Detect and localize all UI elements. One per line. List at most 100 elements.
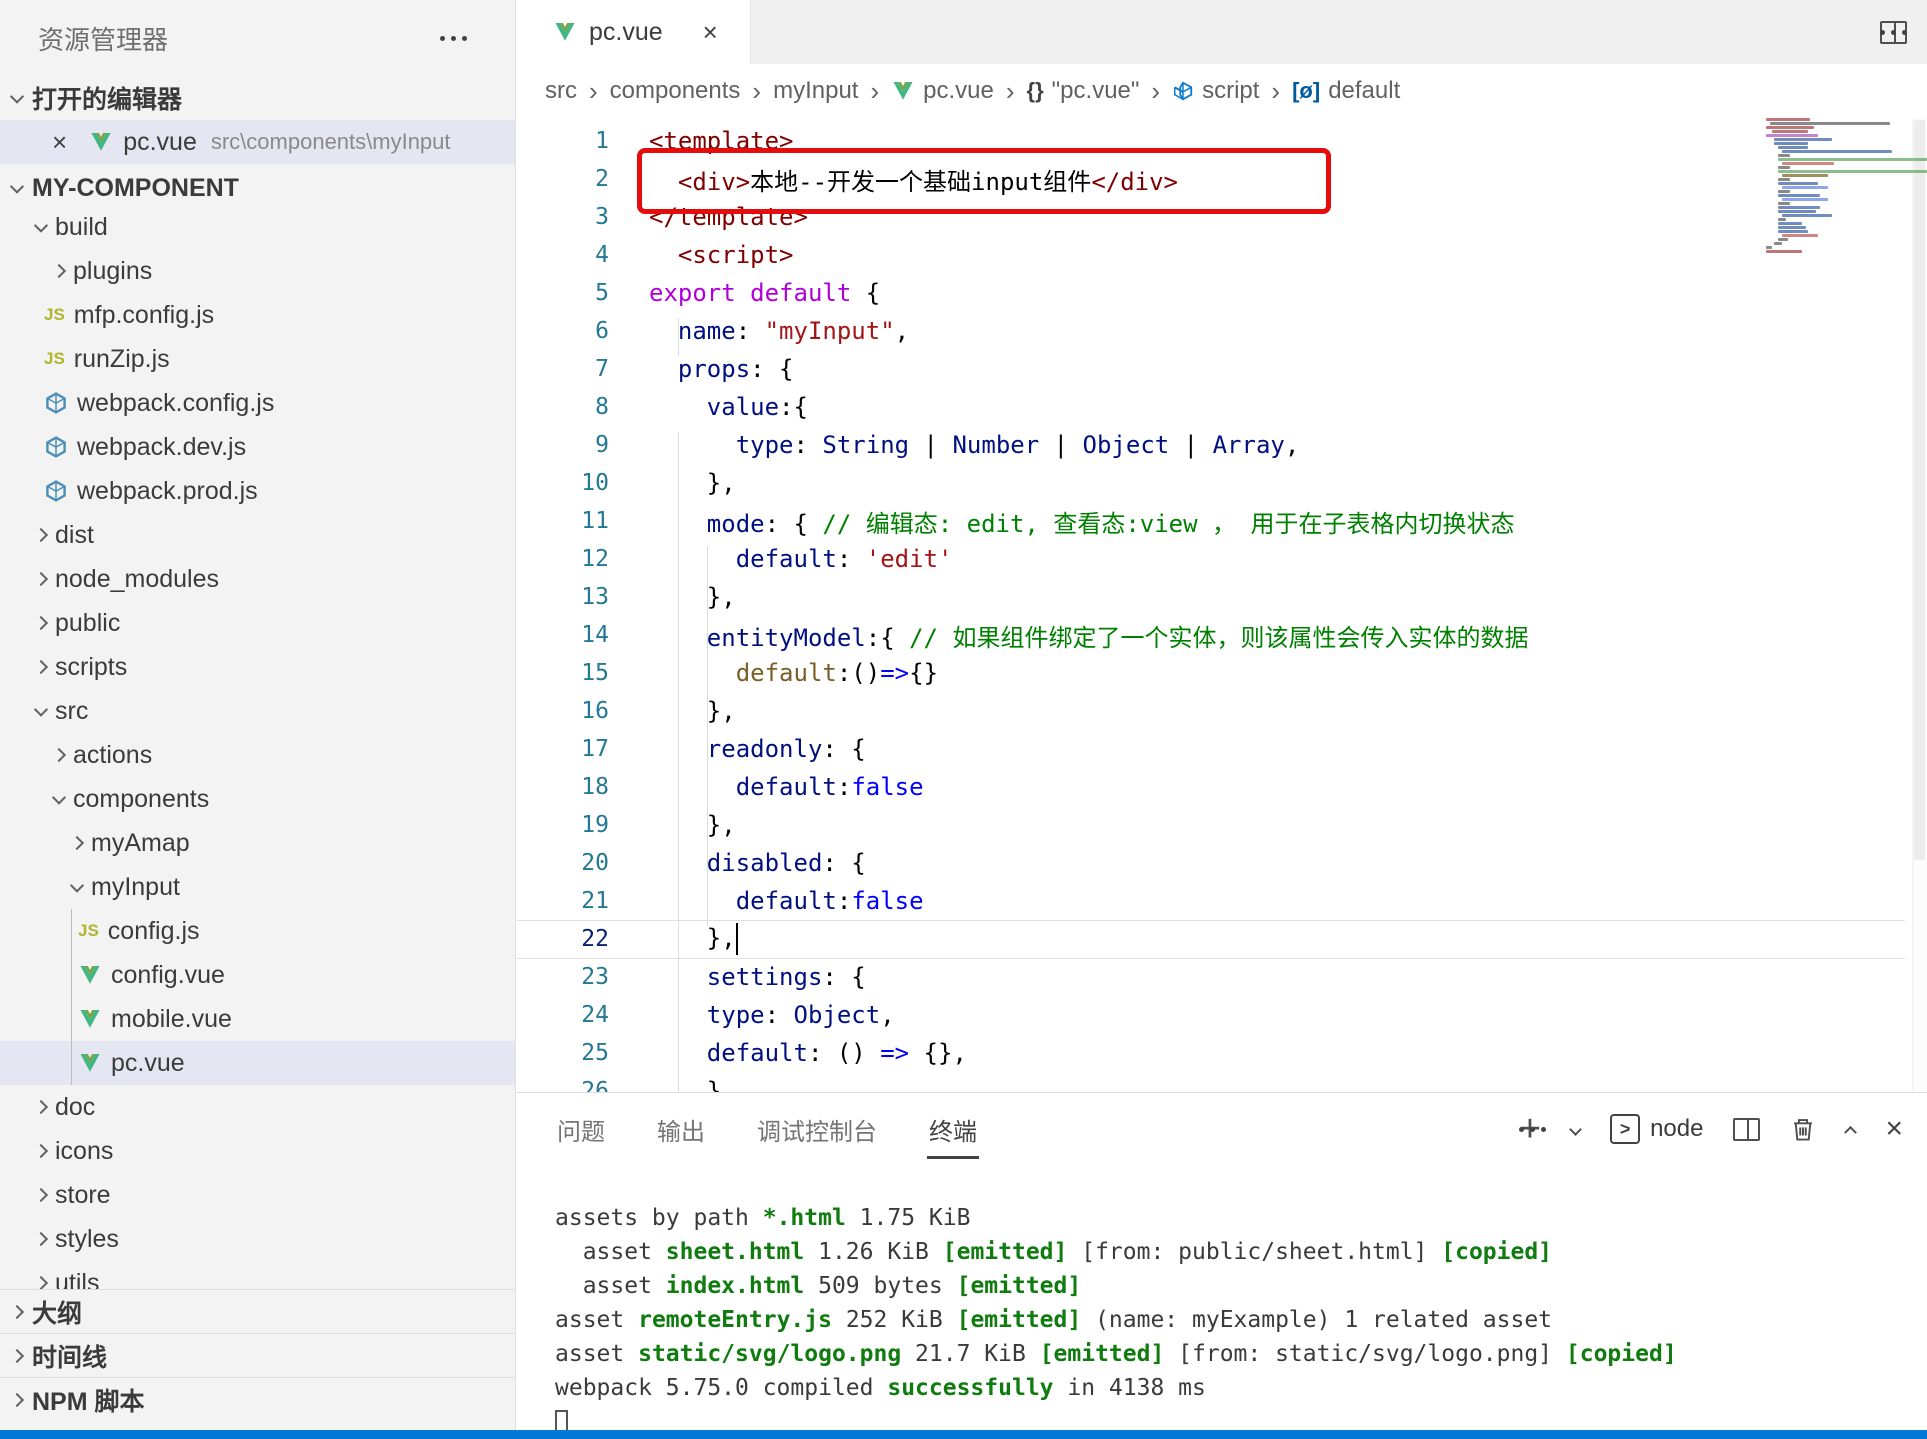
code-line-7: 7 props: {: [517, 350, 1927, 388]
code-line-19: 19 },: [517, 806, 1927, 844]
tree-item-label: myAmap: [91, 829, 190, 858]
annotation-box: [637, 148, 1331, 214]
close-panel-icon[interactable]: ×: [1885, 1114, 1903, 1144]
terminal-shell-icon: >: [1610, 1114, 1640, 1144]
open-editor-path: src\components\myInput: [211, 129, 451, 155]
tree-item-label: build: [55, 213, 108, 242]
tree-item-myamap[interactable]: myAmap: [0, 821, 515, 865]
open-editors-header[interactable]: 打开的编辑器: [0, 76, 515, 120]
chevron-right-icon: [34, 1232, 48, 1246]
kill-terminal-icon[interactable]: [1790, 1115, 1816, 1143]
line-number: 7: [517, 356, 609, 382]
breadcrumb-item-default[interactable]: [ø]default: [1292, 77, 1400, 105]
timeline-section[interactable]: 时间线: [0, 1333, 515, 1377]
tree-item-actions[interactable]: actions: [0, 733, 515, 777]
maximize-panel-icon[interactable]: [1845, 1125, 1858, 1138]
chevron-right-icon: [34, 1276, 48, 1290]
terminal-instance-node[interactable]: > node: [1610, 1114, 1703, 1144]
vue-icon: [78, 1053, 102, 1074]
tree-item-webpack-dev-js[interactable]: webpack.dev.js: [0, 425, 515, 469]
tree-item-label: mfp.config.js: [74, 301, 214, 330]
line-number: 9: [517, 432, 609, 458]
close-editor-icon[interactable]: ×: [52, 129, 67, 155]
tree-item-mfp-config-js[interactable]: JSmfp.config.js: [0, 293, 515, 337]
terminal-line: asset static/svg/logo.png 21.7 KiB [emit…: [555, 1337, 1887, 1371]
tree-item-dist[interactable]: dist: [0, 513, 515, 557]
vue-icon: [78, 965, 102, 986]
chevron-right-icon: [52, 264, 66, 278]
tree-item-webpack-prod-js[interactable]: webpack.prod.js: [0, 469, 515, 513]
tree-indent-guide: [71, 909, 72, 1085]
npm-scripts-section[interactable]: NPM 脚本: [0, 1377, 515, 1421]
vue-file-icon: [89, 132, 113, 153]
outline-section[interactable]: 大纲: [0, 1289, 515, 1333]
terminal-line: asset sheet.html 1.26 KiB [emitted] [fro…: [555, 1235, 1887, 1269]
tree-item-build[interactable]: build: [0, 205, 515, 249]
tree-item-label: dist: [55, 521, 94, 550]
tree-item-myinput[interactable]: myInput: [0, 865, 515, 909]
tab-pc-vue[interactable]: pc.vue ×: [517, 0, 751, 64]
text-cursor: [736, 923, 738, 955]
chevron-right-icon: [34, 1188, 48, 1202]
tree-item-public[interactable]: public: [0, 601, 515, 645]
line-number: 19: [517, 812, 609, 838]
editor-more-actions-icon[interactable]: [1880, 30, 1907, 35]
panel-tab-输出[interactable]: 输出: [655, 1102, 707, 1157]
code-line-26: 26 }: [517, 1072, 1927, 1092]
tree-item-scripts[interactable]: scripts: [0, 645, 515, 689]
tree-item-node-modules[interactable]: node_modules: [0, 557, 515, 601]
breadcrumb-item-myinput[interactable]: myInput: [773, 77, 858, 105]
tree-item-label: scripts: [55, 653, 127, 682]
terminal-picker-chevron-icon[interactable]: [1569, 1123, 1582, 1136]
close-tab-icon[interactable]: ×: [703, 19, 718, 45]
file-tree: buildpluginsJSmfp.config.jsJSrunZip.jswe…: [0, 205, 515, 1305]
line-number: 22: [517, 926, 609, 952]
tree-item-label: components: [73, 785, 209, 814]
tree-item-icons[interactable]: icons: [0, 1129, 515, 1173]
code-editor[interactable]: 1<template>2 <div>本地--开发一个基础input组件</div…: [517, 118, 1927, 1092]
breadcrumb: src›components›myInput›pc.vue›{}"pc.vue"…: [517, 64, 1927, 118]
tree-item-components[interactable]: components: [0, 777, 515, 821]
tree-item-doc[interactable]: doc: [0, 1085, 515, 1129]
breadcrumb-item--pc-vue-[interactable]: {}"pc.vue": [1027, 77, 1140, 105]
breadcrumb-item-components[interactable]: components: [610, 77, 741, 105]
tree-item-label: node_modules: [55, 565, 219, 594]
tree-item-runzip-js[interactable]: JSrunZip.js: [0, 337, 515, 381]
tree-item-mobile-vue[interactable]: mobile.vue: [0, 997, 515, 1041]
code-line-13: 13 },: [517, 578, 1927, 616]
tree-item-styles[interactable]: styles: [0, 1217, 515, 1261]
code-line-5: 5export default {: [517, 274, 1927, 312]
tree-item-label: mobile.vue: [111, 1005, 232, 1034]
panel-tab-问题[interactable]: 问题: [555, 1102, 607, 1157]
terminal-output[interactable]: assets by path *.html 1.75 KiB asset she…: [555, 1201, 1887, 1439]
tree-item-plugins[interactable]: plugins: [0, 249, 515, 293]
panel-more-actions-icon[interactable]: [1519, 1127, 1546, 1132]
status-bar: [0, 1430, 1927, 1439]
explorer-sidebar: 资源管理器 打开的编辑器 × pc.vue src\components\myI…: [0, 0, 516, 1430]
tree-item-label: webpack.prod.js: [77, 477, 258, 506]
code-line-17: 17 readonly: {: [517, 730, 1927, 768]
webpack-icon: [44, 435, 68, 459]
code-line-12: 12 default: 'edit': [517, 540, 1927, 578]
panel-tab-终端[interactable]: 终端: [927, 1102, 979, 1157]
breadcrumb-item-script[interactable]: script: [1172, 77, 1259, 105]
terminal-line: asset remoteEntry.js 252 KiB [emitted] (…: [555, 1303, 1887, 1337]
breadcrumb-item-pc-vue[interactable]: pc.vue: [891, 77, 994, 105]
sidebar-more-actions-icon[interactable]: [440, 36, 467, 41]
tree-item-webpack-config-js[interactable]: webpack.config.js: [0, 381, 515, 425]
panel-tab-调试控制台[interactable]: 调试控制台: [755, 1102, 879, 1157]
workspace-header[interactable]: MY-COMPONENT: [0, 166, 515, 210]
tree-item-label: plugins: [73, 257, 152, 286]
line-number: 11: [517, 508, 609, 534]
tree-item-label: myInput: [91, 873, 180, 902]
tree-item-src[interactable]: src: [0, 689, 515, 733]
tree-item-config-vue[interactable]: config.vue: [0, 953, 515, 997]
tree-item-config-js[interactable]: JSconfig.js: [0, 909, 515, 953]
split-terminal-icon[interactable]: [1733, 1118, 1760, 1141]
breadcrumb-item-src[interactable]: src: [545, 77, 577, 105]
tree-item-store[interactable]: store: [0, 1173, 515, 1217]
minimap[interactable]: [1766, 118, 1894, 378]
open-editor-item-pc-vue[interactable]: × pc.vue src\components\myInput: [0, 120, 515, 164]
tree-item-pc-vue[interactable]: pc.vue: [0, 1041, 515, 1085]
tree-item-label: src: [55, 697, 88, 726]
